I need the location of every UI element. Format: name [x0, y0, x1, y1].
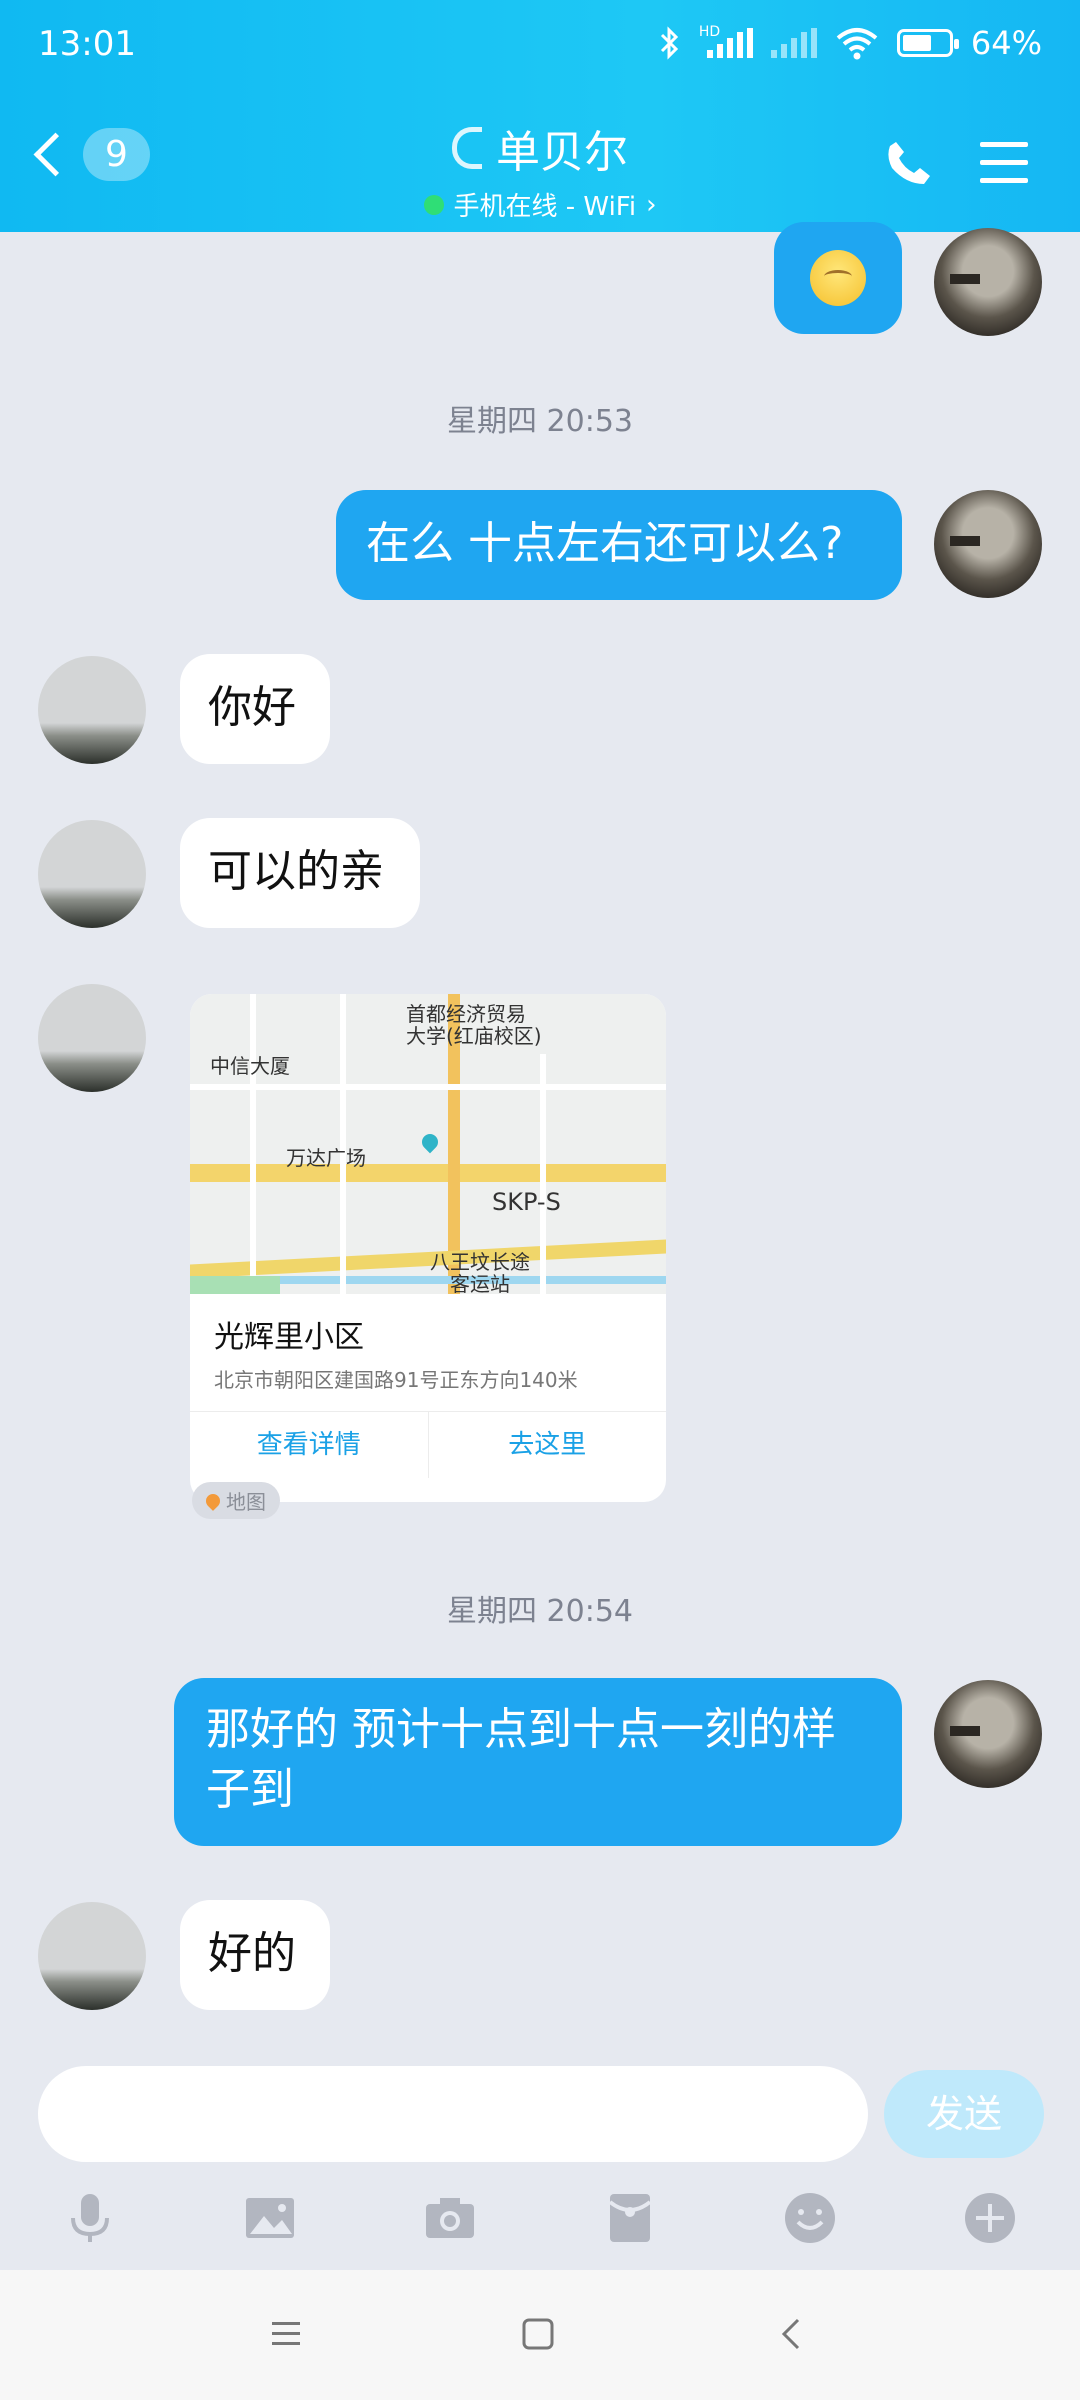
voice-icon[interactable]	[58, 2186, 122, 2250]
wifi-icon	[836, 28, 878, 60]
online-status-text: 手机在线 - WiFi	[453, 192, 637, 222]
go-here-button[interactable]: 去这里	[429, 1412, 667, 1478]
signal-icon: HD	[699, 24, 753, 58]
input-toolbar	[0, 2182, 1080, 2270]
plus-icon[interactable]	[958, 2186, 1022, 2250]
battery-percent: 64%	[970, 24, 1042, 62]
chat-header: 13:01 HD 64% 9 单贝尔 手机在线 - WiFi ›	[0, 0, 1080, 232]
location-actions: 查看详情 去这里	[190, 1411, 666, 1478]
battery-icon	[896, 29, 959, 57]
status-time: 13:01	[38, 24, 136, 64]
map-street	[190, 1084, 666, 1090]
map-road	[190, 1164, 666, 1182]
map-street	[540, 1054, 546, 1294]
online-status[interactable]: 手机在线 - WiFi ›	[0, 186, 1080, 223]
outgoing-message[interactable]: 在么 十点左右还可以么?	[336, 490, 902, 600]
send-button[interactable]: 发送	[884, 2070, 1044, 2158]
system-navigation-bar	[0, 2270, 1080, 2400]
map-tag-label: 地图	[226, 1490, 266, 1514]
ear-icon	[452, 127, 482, 169]
back-nav-icon[interactable]	[772, 2314, 812, 2354]
chevron-right-icon: ›	[646, 189, 657, 220]
battery-fill	[902, 35, 932, 51]
place-address: 北京市朝阳区建国路91号正东方向140米	[214, 1368, 578, 1392]
map-label-skp: SKP-S	[492, 1188, 561, 1216]
map-pin-icon	[203, 1490, 223, 1511]
status-icons: HD 64%	[659, 24, 1042, 62]
smiling-face-icon	[810, 250, 866, 306]
map-road	[190, 1239, 666, 1279]
incoming-message[interactable]: 好的	[180, 1900, 330, 2010]
contact-avatar[interactable]	[38, 1902, 146, 2010]
map-label-station-2: 客运站	[450, 1272, 510, 1294]
menu-icon[interactable]	[980, 142, 1028, 196]
hd-label: HD	[698, 24, 721, 40]
message-list[interactable]: 星期四 20:53 在么 十点左右还可以么? 你好 可以的亲 首都经济贸易 大学…	[0, 222, 1080, 2052]
message-input[interactable]	[38, 2066, 868, 2162]
my-avatar[interactable]	[934, 228, 1042, 336]
input-bar: 发送	[0, 2052, 1080, 2182]
message-line: 子到	[206, 1764, 294, 1815]
contact-avatar[interactable]	[38, 984, 146, 1092]
map-label-citic: 中信大厦	[210, 1054, 290, 1078]
bluetooth-icon	[660, 26, 678, 60]
contact-name: 单贝尔	[496, 127, 628, 178]
map-thumbnail[interactable]: 首都经济贸易 大学(红庙校区) 中信大厦 万达广场 SKP-S 八王坟长途 客运…	[190, 994, 666, 1294]
map-park	[190, 1276, 280, 1294]
message-line: 那好的 预计十点到十点一刻的样	[206, 1704, 836, 1755]
online-dot-icon	[423, 194, 444, 215]
image-icon[interactable]	[238, 2186, 302, 2250]
location-pin-icon	[418, 1130, 442, 1154]
camera-icon[interactable]	[418, 2186, 482, 2250]
view-details-button[interactable]: 查看详情	[190, 1412, 429, 1478]
map-street	[250, 994, 256, 1294]
my-avatar[interactable]	[934, 490, 1042, 598]
place-name: 光辉里小区	[214, 1320, 364, 1355]
map-source-tag: 地图	[192, 1482, 280, 1519]
contact-avatar[interactable]	[38, 656, 146, 764]
map-label-university-2: 大学(红庙校区)	[406, 1024, 542, 1048]
time-separator: 星期四 20:53	[447, 404, 633, 439]
emoji-icon[interactable]	[778, 2186, 842, 2250]
location-card[interactable]: 首都经济贸易 大学(红庙校区) 中信大厦 万达广场 SKP-S 八王坟长途 客运…	[190, 994, 666, 1502]
incoming-message[interactable]: 可以的亲	[180, 818, 420, 928]
outgoing-message[interactable]: 那好的 预计十点到十点一刻的样 子到	[174, 1678, 902, 1846]
emoji-message-bubble[interactable]	[774, 222, 902, 334]
phone-call-icon[interactable]	[884, 138, 934, 188]
contact-avatar[interactable]	[38, 820, 146, 928]
signal-icon-2	[770, 28, 817, 58]
home-icon[interactable]	[518, 2314, 558, 2354]
time-separator: 星期四 20:54	[447, 1594, 633, 1629]
red-packet-icon[interactable]	[598, 2186, 662, 2250]
incoming-message[interactable]: 你好	[180, 654, 330, 764]
map-label-wanda: 万达广场	[286, 1146, 366, 1170]
my-avatar[interactable]	[934, 1680, 1042, 1788]
recent-apps-icon[interactable]	[266, 2314, 306, 2354]
